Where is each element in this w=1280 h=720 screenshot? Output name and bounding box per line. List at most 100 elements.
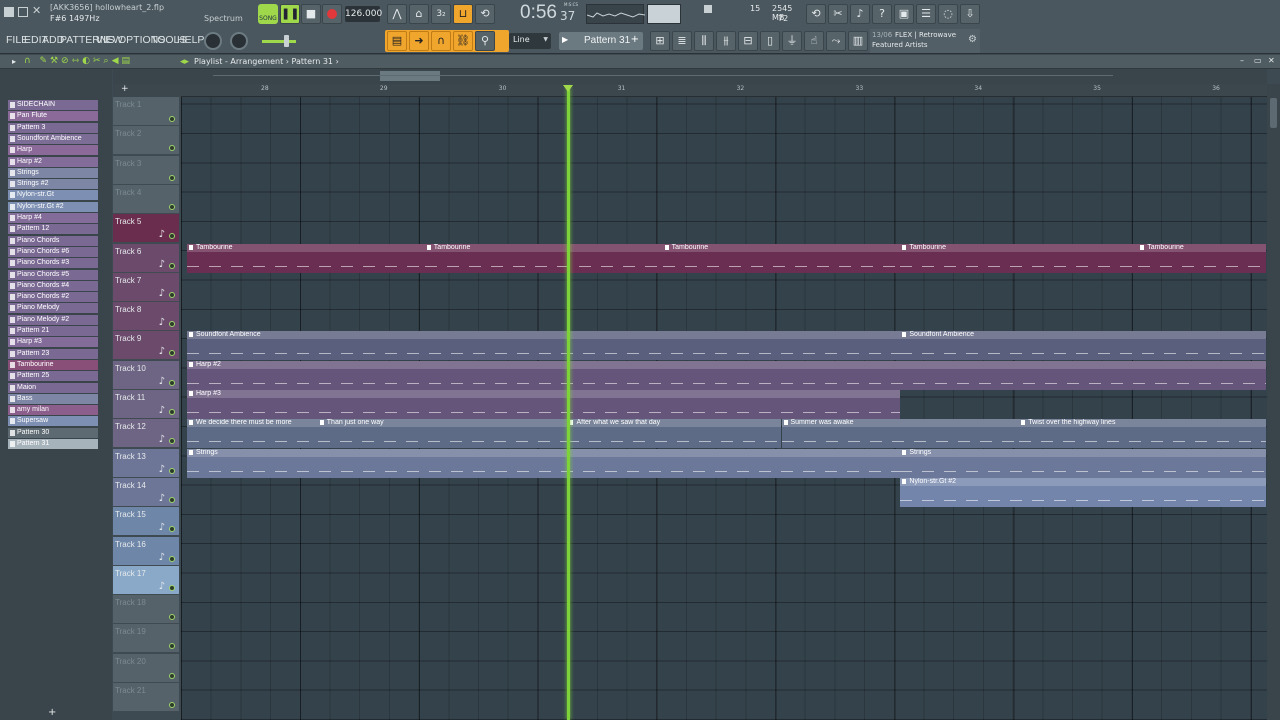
overview-window[interactable] <box>380 71 440 81</box>
playlist-clip[interactable]: Summer was awake <box>781 419 1020 449</box>
cut-icon[interactable]: ✂ <box>828 4 848 24</box>
playlist-button[interactable]: ▤ <box>387 31 407 51</box>
loop-record-icon[interactable]: ⟲ <box>475 4 495 24</box>
spectrum-label[interactable]: Spectrum <box>204 14 243 23</box>
pattern-item[interactable]: Strings <box>8 167 98 178</box>
pattern-item[interactable]: Maion <box>8 382 98 393</box>
track-mute-led-icon[interactable] <box>169 321 175 328</box>
channel-rack-button[interactable]: ⫼ <box>694 31 714 51</box>
track-mute-led-icon[interactable] <box>169 116 175 122</box>
plugin-picker-button[interactable]: ▯ <box>760 31 780 51</box>
track-mute-led-icon[interactable] <box>169 702 175 708</box>
master-volume-slider[interactable] <box>262 40 296 43</box>
pattern-item[interactable]: Piano Chords #6 <box>8 246 98 257</box>
playlist-grid[interactable]: Tambourine Tambourine Tambourine Tambourine… <box>181 97 1267 720</box>
playlist-clip[interactable]: Strings <box>187 448 901 478</box>
track-header[interactable]: Track 9 ♪ <box>113 331 179 361</box>
track-header[interactable]: Track 8 ♪ <box>113 302 179 332</box>
playhead[interactable] <box>567 87 570 720</box>
playlist-clip[interactable]: Harp #3 <box>187 390 901 419</box>
track-header[interactable]: Track 7 ♪ <box>113 272 179 302</box>
track-mute-led-icon[interactable] <box>169 379 175 386</box>
playlist-clip[interactable]: Tambourine <box>900 243 1139 273</box>
track-header[interactable]: Track 17 ♪ <box>113 565 179 595</box>
track-header[interactable]: Track 10 ♪ <box>113 360 179 390</box>
pattern-item[interactable]: Pattern 30 <box>8 427 98 438</box>
add-track-icon[interactable]: + <box>121 84 129 94</box>
pattern-item[interactable]: Piano Melody #2 <box>8 314 98 325</box>
stamp-icon[interactable]: ⚲ <box>475 31 495 51</box>
track-header[interactable]: Track 14 ♪ <box>113 477 179 507</box>
timeline-ruler[interactable]: 28 29 30 31 32 33 34 35 36 <box>181 84 1267 97</box>
track-mute-led-icon[interactable] <box>169 467 175 474</box>
countdown-icon[interactable]: 3₂ <box>431 4 451 24</box>
playlist-clip[interactable]: Tambourine <box>1138 243 1266 273</box>
track-header[interactable]: Track 1 <box>113 97 179 126</box>
chat-icon[interactable]: ◌ <box>938 4 958 24</box>
playlist-clip[interactable]: Strings <box>900 448 1266 478</box>
pattern-item[interactable]: Strings #2 <box>8 179 98 190</box>
playlist-clip[interactable]: Twist over the highway lines <box>1019 419 1266 449</box>
step-edit-icon[interactable]: ⊔ <box>453 4 473 24</box>
track-header[interactable]: Track 20 <box>113 653 179 683</box>
track-header[interactable]: Track 3 <box>113 155 179 185</box>
vertical-scrollbar[interactable] <box>1267 84 1280 720</box>
track-mute-led-icon[interactable] <box>169 174 175 181</box>
track-mute-led-icon[interactable] <box>169 614 175 621</box>
track-header[interactable]: Track 12 ♪ <box>113 419 179 449</box>
master-pitch-knob[interactable] <box>230 32 248 50</box>
track-header[interactable]: Track 2 <box>113 126 179 156</box>
pattern-item[interactable]: SIDECHAIN <box>8 100 98 110</box>
track-mute-led-icon[interactable] <box>169 526 175 533</box>
magnet-icon[interactable]: ∩ <box>431 31 451 51</box>
breadcrumb-chevron-icon[interactable]: › <box>336 57 339 66</box>
playhead-marker-icon[interactable] <box>563 85 573 92</box>
pattern-item[interactable]: Tambourine <box>8 359 98 370</box>
track-mute-led-icon[interactable] <box>169 203 175 210</box>
tempo-display[interactable]: 126.000 <box>345 6 382 22</box>
snap-selector[interactable]: Line ▼ <box>509 33 551 49</box>
pattern-nav-icon[interactable]: ▶ <box>562 35 568 44</box>
link-icon[interactable]: ⛓ <box>453 31 473 51</box>
pattern-item[interactable]: amy milan <box>8 405 98 416</box>
track-mute-led-icon[interactable] <box>169 145 175 152</box>
overview-bar[interactable] <box>113 69 1267 84</box>
track-header[interactable]: Track 15 ♪ <box>113 507 179 537</box>
pattern-item[interactable]: Soundfont Ambience <box>8 133 98 144</box>
track-header[interactable]: Track 6 ♪ <box>113 243 179 273</box>
track-mute-led-icon[interactable] <box>169 496 175 503</box>
pattern-item[interactable]: Harp #2 <box>8 156 98 167</box>
track-mute-led-icon[interactable] <box>169 262 175 269</box>
pause-button[interactable]: ❚❚ <box>280 4 300 24</box>
track-mute-led-icon[interactable] <box>169 291 175 298</box>
add-pattern-icon[interactable]: + <box>631 34 639 45</box>
mixer-icon[interactable]: ☰ <box>916 4 936 24</box>
browser-button[interactable]: ⊟ <box>738 31 758 51</box>
help-icon[interactable]: ? <box>872 4 892 24</box>
microphone-icon[interactable]: ♪ <box>850 4 870 24</box>
slider-handle-icon[interactable] <box>284 35 289 47</box>
pattern-item[interactable]: Pattern 12 <box>8 224 98 235</box>
download-icon[interactable]: ⇩ <box>960 4 980 24</box>
track-header[interactable]: Track 16 ♪ <box>113 536 179 566</box>
track-header[interactable]: Track 5 ♪ <box>113 214 179 244</box>
playlist-clip[interactable]: Soundfont Ambience <box>187 331 901 361</box>
tempo-tapper-icon[interactable]: ⤳ <box>826 31 846 51</box>
pattern-item[interactable]: Pattern 23 <box>8 348 98 359</box>
playlist-clip[interactable]: Soundfont Ambience <box>900 331 1266 361</box>
add-pattern-bottom-icon[interactable]: + <box>48 707 56 718</box>
track-mute-led-icon[interactable] <box>169 584 175 591</box>
pattern-item[interactable]: Harp #4 <box>8 213 98 223</box>
piano-roll-button[interactable]: ⊞ <box>650 31 670 51</box>
scrollbar-thumb[interactable] <box>1270 98 1277 128</box>
master-volume-knob[interactable] <box>204 32 222 50</box>
track-header[interactable]: Track 11 ♪ <box>113 390 179 419</box>
menu-help[interactable]: HELP <box>177 34 204 46</box>
track-mute-led-icon[interactable] <box>169 643 175 650</box>
playlist-window-button[interactable]: ≣ <box>672 31 692 51</box>
pattern-item[interactable]: Piano Chords #2 <box>8 292 98 303</box>
pattern-item[interactable]: Harp #3 <box>8 337 98 348</box>
playlist-tool-icons[interactable]: ∩ ✎⚒⊘⇿◐✂⌕◀▤ <box>24 56 133 66</box>
playlist-clip[interactable]: Than just one way <box>317 419 568 449</box>
plugin-plug-icon[interactable]: ⏚ <box>782 31 802 51</box>
